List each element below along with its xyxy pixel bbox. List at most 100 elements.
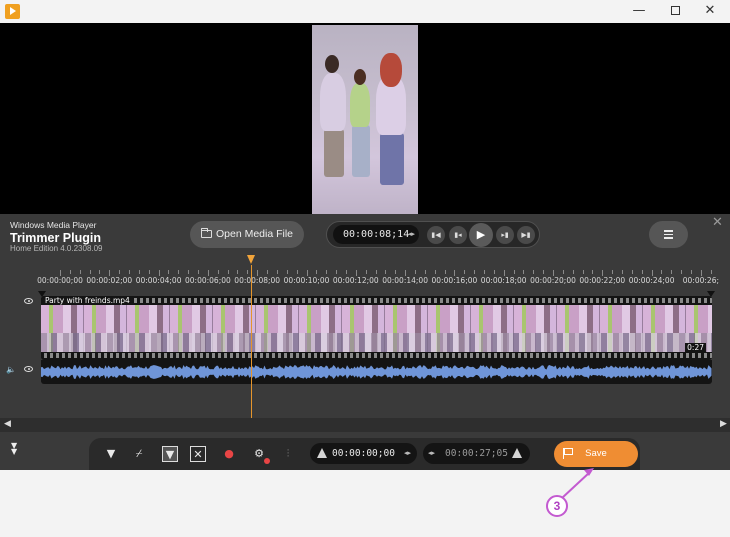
step-back-button[interactable]: ▮◂ — [449, 226, 467, 244]
open-media-label: Open Media File — [215, 228, 294, 240]
skip-back-icon: ▮◀ — [431, 231, 441, 239]
ruler-tick-label: 00:00:26; — [682, 276, 719, 285]
equalizer-icon[interactable]: ⫶ — [280, 446, 296, 462]
close-window-button[interactable]: ✕ — [690, 0, 730, 22]
settings-badge — [264, 458, 270, 464]
ruler-tick — [69, 270, 71, 274]
timeline-scrollbar[interactable]: ◀ ▶ — [0, 418, 730, 432]
ruler-tick-label: 00:00:14;00 — [382, 276, 428, 285]
ruler-tick — [444, 270, 446, 274]
save-button[interactable]: Save — [554, 441, 638, 467]
clip-name: Party with freinds.mp4 — [43, 296, 132, 305]
settings-icon[interactable]: ⚙ — [251, 446, 270, 464]
scroll-right-icon[interactable]: ▶ — [720, 419, 727, 429]
ruler-tick — [483, 270, 485, 274]
maximize-icon — [670, 6, 680, 15]
ruler-tick — [592, 270, 594, 274]
ruler-tick — [414, 270, 416, 274]
audio-visibility-eye-icon[interactable] — [24, 366, 33, 372]
ruler-tick — [661, 270, 663, 274]
ruler-tick — [513, 270, 515, 274]
ruler-tick — [543, 270, 545, 274]
playhead-line[interactable] — [251, 265, 252, 418]
open-media-file-button[interactable]: Open Media File — [190, 221, 304, 248]
ruler-tick — [562, 270, 564, 274]
filter-segment-icon[interactable]: ▼ — [162, 446, 178, 462]
minimize-button[interactable]: — — [619, 0, 659, 22]
end-time-field[interactable]: ◂▸ 00:00:27;05 — [423, 443, 530, 464]
ruler-tick — [296, 270, 298, 274]
scroll-left-icon[interactable]: ◀ — [4, 419, 11, 429]
annotation-arrow — [561, 471, 591, 499]
start-time-stepper-icon[interactable]: ◂▸ — [404, 443, 411, 464]
audio-waveform — [41, 365, 712, 379]
start-time-field[interactable]: 00:00:00;00 ◂▸ — [310, 443, 417, 464]
play-button[interactable]: ▶ — [469, 223, 493, 247]
waveform-path — [41, 365, 712, 379]
step-forward-button[interactable]: ▸▮ — [496, 226, 514, 244]
filter-icon[interactable]: ▼ — [103, 446, 119, 462]
ruler-tick — [326, 270, 328, 274]
ruler-tick — [227, 270, 229, 274]
app-icon — [5, 4, 20, 19]
ruler-tick — [602, 270, 604, 276]
ruler-tick — [493, 270, 495, 274]
ruler-tick — [622, 270, 624, 274]
ruler-tick — [138, 270, 140, 274]
ruler-tick — [503, 270, 505, 276]
dancer-figure — [380, 53, 402, 87]
speaker-icon[interactable]: 🔈 — [6, 365, 16, 374]
step-back-icon: ▮◂ — [454, 231, 462, 239]
film-sprockets — [41, 298, 712, 303]
maximize-button[interactable] — [655, 0, 695, 22]
go-to-start-button[interactable]: ▮◀ — [427, 226, 445, 244]
collapse-icon[interactable]: ▼ ▼ — [11, 442, 17, 456]
ruler-tick — [286, 270, 288, 274]
menu-icon — [664, 237, 673, 239]
film-sprockets — [41, 353, 712, 358]
ruler-tick — [572, 270, 574, 274]
ruler-tick-label: 00:00:00;00 — [37, 276, 83, 285]
ruler-tick — [395, 270, 397, 274]
ruler-tick — [257, 270, 259, 276]
ruler-tick — [188, 270, 190, 274]
playhead-handle[interactable] — [247, 255, 255, 264]
ruler-tick — [454, 270, 456, 276]
ruler-tick — [474, 270, 476, 274]
ruler-tick — [60, 270, 61, 276]
dancer-figure — [320, 73, 346, 131]
end-time-stepper-icon[interactable]: ◂▸ — [428, 443, 435, 464]
timeline-ruler[interactable]: 00:00:00;00 00:00:02;00 00:00:04;00 00:00:0… — [37, 268, 719, 288]
time-stepper-icon[interactable]: ◂▸ — [408, 225, 415, 244]
audio-track[interactable] — [41, 360, 712, 384]
go-to-end-button[interactable]: ▶▮ — [517, 226, 535, 244]
play-icon: ▶ — [476, 228, 486, 241]
remove-filter-icon[interactable]: ⌿ — [131, 446, 147, 462]
current-time-field[interactable]: 00:00:08;14 ◂▸ — [333, 225, 419, 244]
close-plugin-button[interactable]: ✕ — [712, 215, 723, 230]
ruler-tick — [89, 270, 91, 274]
save-label: Save — [585, 448, 607, 459]
clip-duration: 0:27 — [685, 343, 706, 352]
ruler-tick — [345, 270, 347, 274]
ruler-tick-label: 00:00:10;00 — [283, 276, 330, 285]
video-track[interactable]: Party with freinds.mp4 0:27 — [41, 296, 712, 360]
ruler-tick — [434, 270, 436, 274]
dancer-figure — [352, 125, 370, 177]
ruler-tick-label: 00:00:24;00 — [628, 276, 675, 285]
ruler-tick — [553, 270, 554, 276]
ruler-tick — [207, 270, 209, 276]
ruler-tick — [405, 270, 407, 276]
video-visibility-eye-icon[interactable] — [24, 298, 33, 304]
ruler-tick — [700, 270, 702, 276]
cut-segment-icon[interactable]: ✕ — [190, 446, 206, 462]
ruler-tick-label: 00:00:04;00 — [135, 276, 182, 285]
ruler-tick — [671, 270, 673, 274]
ruler-tick — [178, 270, 180, 274]
video-thumbnails-lower — [41, 333, 712, 352]
transport-controls: 00:00:08;14 ◂▸ ▮◀ ▮◂ ▶ ▸▮ ▶▮ — [326, 221, 540, 248]
video-preview[interactable] — [0, 23, 730, 214]
menu-button[interactable] — [649, 221, 688, 248]
current-time-value: 00:00:08;14 — [343, 229, 410, 240]
mic-icon[interactable]: ● — [221, 446, 237, 462]
